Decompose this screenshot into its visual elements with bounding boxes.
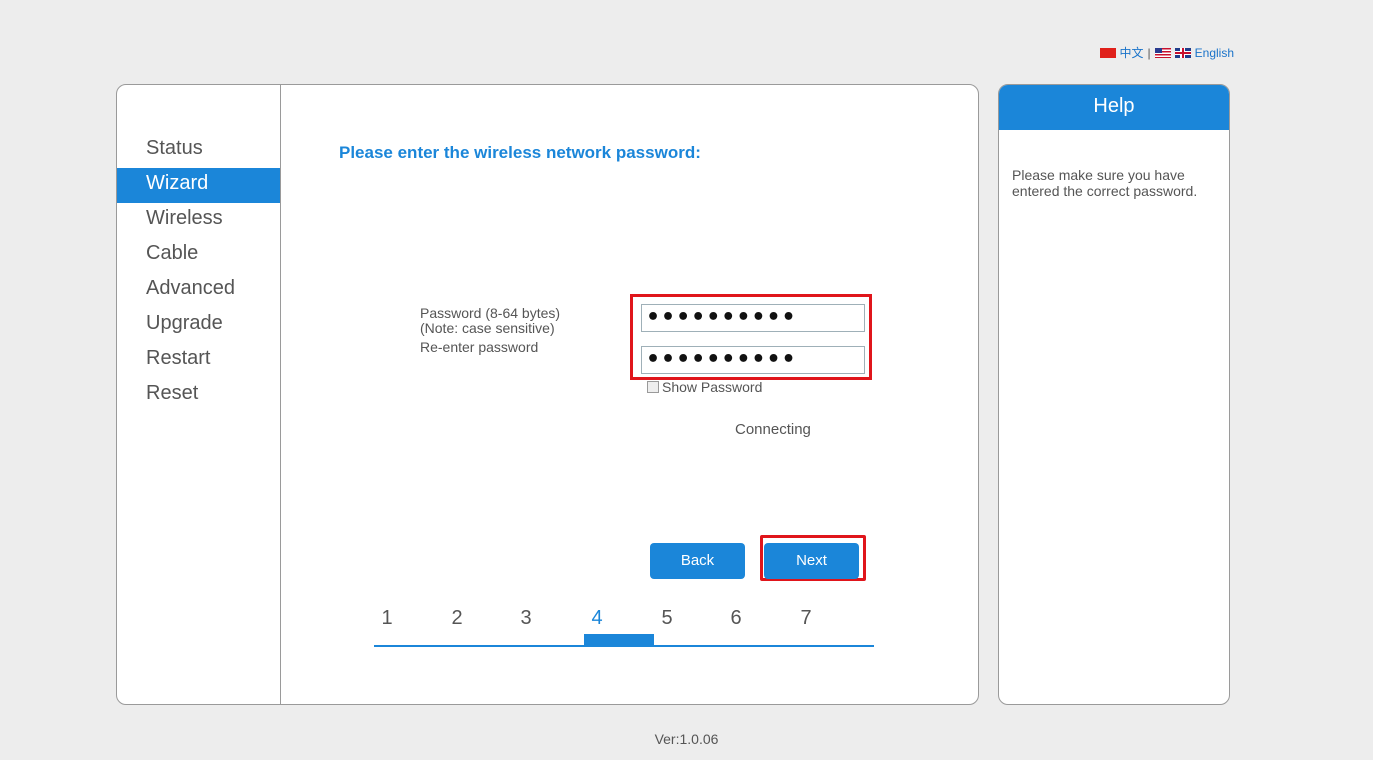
reenter-password-input[interactable]: •••••••••• <box>641 346 865 374</box>
current-step-marker <box>584 634 654 646</box>
sidebar-item-advanced[interactable]: Advanced <box>117 273 280 308</box>
password-note: (Note: case sensitive) <box>420 320 555 336</box>
step-indicator: 1 2 3 4 5 6 7 <box>374 607 874 649</box>
password-labels: Password (8-64 bytes) (Note: case sensit… <box>420 306 560 355</box>
password-label: Password (8-64 bytes) <box>420 305 561 321</box>
china-flag-icon[interactable] <box>1099 47 1116 58</box>
sidebar-item-upgrade[interactable]: Upgrade <box>117 308 280 343</box>
help-panel: Help Please make sure you have entered t… <box>998 84 1230 705</box>
step-2: 2 <box>451 607 463 629</box>
wizard-content: Please enter the wireless network passwo… <box>281 85 978 704</box>
help-title: Help <box>999 85 1229 130</box>
show-password-toggle[interactable]: Show Password <box>647 379 762 395</box>
main-panel: Status Wizard Wireless Cable Advanced Up… <box>116 84 979 705</box>
sidebar-item-status[interactable]: Status <box>117 133 280 168</box>
language-separator: | <box>1147 45 1151 60</box>
step-6: 6 <box>730 607 742 629</box>
version-label: Ver:1.0.06 <box>654 731 719 747</box>
show-password-checkbox[interactable] <box>647 381 659 393</box>
us-flag-icon[interactable] <box>1154 47 1171 58</box>
english-language-link[interactable]: English <box>1195 46 1234 60</box>
page-title: Please enter the wireless network passwo… <box>339 143 701 162</box>
step-5: 5 <box>661 607 673 629</box>
step-1: 1 <box>381 607 393 629</box>
sidebar-item-wireless[interactable]: Wireless <box>117 203 280 238</box>
uk-flag-icon[interactable] <box>1174 47 1191 58</box>
reenter-password-label: Re-enter password <box>420 339 539 355</box>
language-selector: 中文 | English <box>1099 44 1234 61</box>
password-input[interactable]: •••••••••• <box>641 304 865 332</box>
step-4-current: 4 <box>591 607 603 629</box>
sidebar-nav: Status Wizard Wireless Cable Advanced Up… <box>117 133 280 413</box>
sidebar-item-restart[interactable]: Restart <box>117 343 280 378</box>
connection-status: Connecting <box>735 421 811 438</box>
sidebar: Status Wizard Wireless Cable Advanced Up… <box>117 85 281 704</box>
next-button[interactable]: Next <box>764 543 859 579</box>
chinese-language-link[interactable]: 中文 <box>1120 44 1144 61</box>
help-text: Please make sure you have entered the co… <box>1012 167 1198 199</box>
back-button[interactable]: Back <box>650 543 745 579</box>
show-password-label: Show Password <box>662 379 763 395</box>
step-7: 7 <box>800 607 812 629</box>
sidebar-item-cable[interactable]: Cable <box>117 238 280 273</box>
sidebar-item-wizard[interactable]: Wizard <box>117 168 280 203</box>
sidebar-item-reset[interactable]: Reset <box>117 378 280 413</box>
step-3: 3 <box>520 607 532 629</box>
